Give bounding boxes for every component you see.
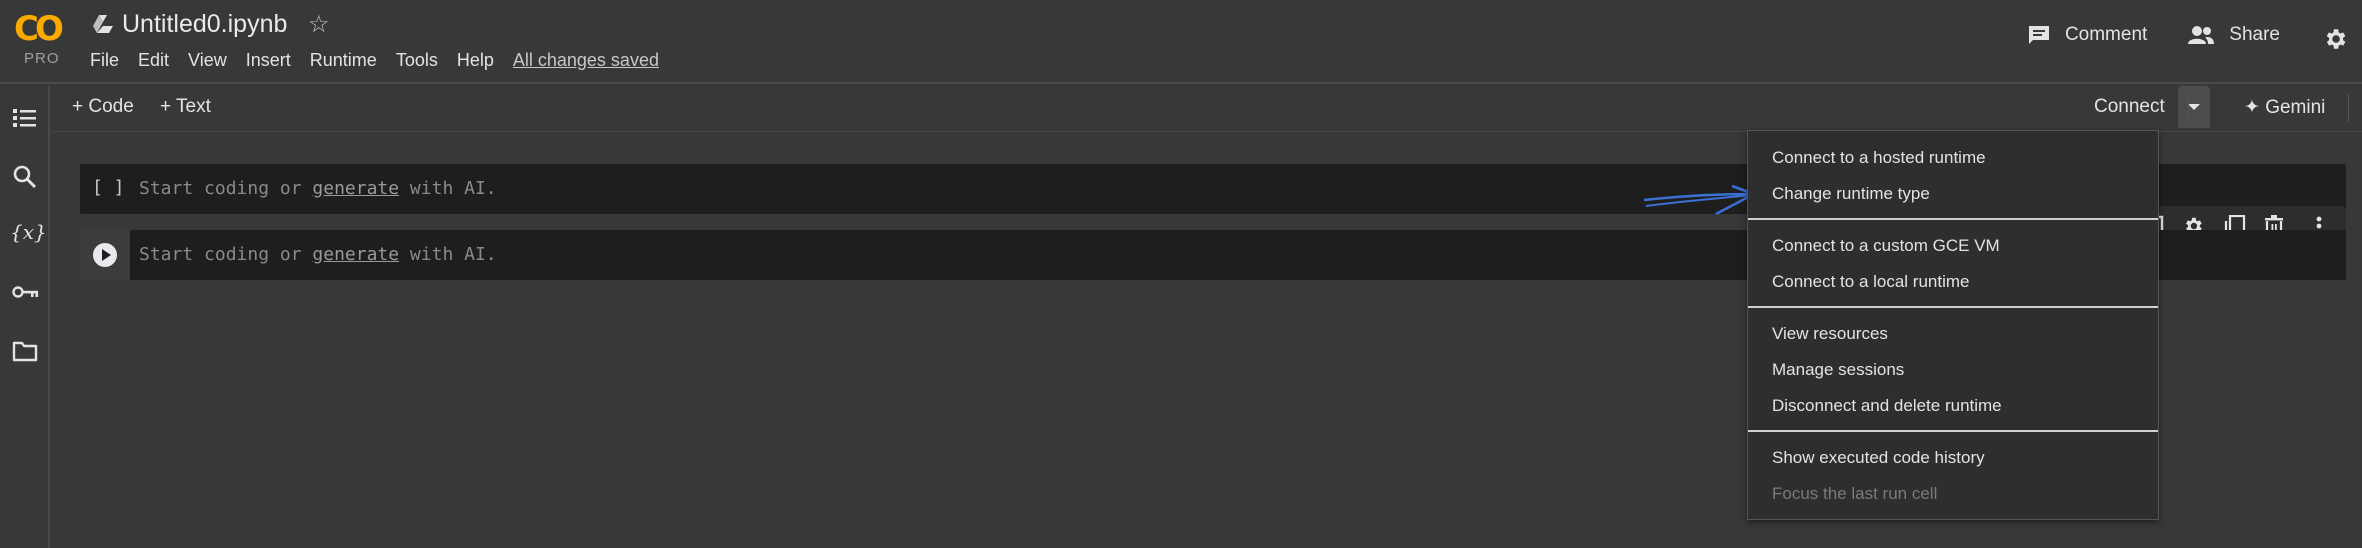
- toolbar-divider: [2348, 94, 2349, 122]
- star-icon[interactable]: ☆: [308, 10, 330, 39]
- cell-execution-prompt: [ ]: [92, 177, 125, 198]
- table-of-contents-icon[interactable]: [12, 106, 38, 130]
- menu-view[interactable]: View: [188, 50, 227, 71]
- placeholder-text: with AI.: [399, 178, 497, 199]
- menu-item-connect-gce-vm[interactable]: Connect to a custom GCE VM: [1772, 236, 2000, 256]
- notebook-toolbar: + Code + Text Connect ✦ Gemini: [52, 86, 2362, 132]
- menu-item-view-resources[interactable]: View resources: [1772, 324, 1888, 344]
- comment-icon: [2028, 26, 2049, 44]
- share-button[interactable]: Share: [2187, 24, 2280, 46]
- run-cell-button[interactable]: [80, 230, 130, 280]
- menu-divider: [1748, 218, 2158, 220]
- logo-mark: CO: [14, 9, 64, 49]
- menu-insert[interactable]: Insert: [246, 50, 291, 71]
- search-icon[interactable]: [12, 164, 38, 190]
- connect-dropdown-button[interactable]: [2178, 86, 2210, 128]
- notebook-title[interactable]: Untitled0.ipynb: [122, 10, 287, 39]
- secrets-key-icon[interactable]: [12, 284, 40, 300]
- placeholder-text: with AI.: [399, 244, 497, 265]
- cell-placeholder: Start coding or generate with AI.: [139, 244, 497, 265]
- colab-logo[interactable]: CO PRO: [14, 12, 70, 70]
- add-text-button[interactable]: + Text: [160, 96, 211, 118]
- menu-item-connect-local[interactable]: Connect to a local runtime: [1772, 272, 1970, 292]
- folder-icon[interactable]: [12, 340, 38, 362]
- cell-placeholder: Start coding or generate with AI.: [139, 178, 497, 199]
- menu-file[interactable]: File: [90, 50, 119, 71]
- play-icon: [93, 243, 117, 267]
- menu-divider: [1748, 306, 2158, 308]
- generate-link[interactable]: generate: [312, 244, 399, 265]
- menu-item-focus-last-run: Focus the last run cell: [1772, 484, 1938, 503]
- save-status-link[interactable]: All changes saved: [513, 50, 659, 71]
- menu-item-manage-sessions[interactable]: Manage sessions: [1772, 360, 1904, 380]
- menu-item-disconnect-delete[interactable]: Disconnect and delete runtime: [1772, 396, 2002, 416]
- menubar: File Edit View Insert Runtime Tools Help…: [90, 50, 678, 71]
- pro-badge: PRO: [24, 50, 60, 67]
- comment-label: Comment: [2064, 24, 2148, 45]
- menu-item-change-runtime-type[interactable]: Change runtime type: [1772, 184, 1930, 204]
- comment-button[interactable]: Comment: [2027, 24, 2147, 46]
- menu-tools[interactable]: Tools: [396, 50, 438, 71]
- menu-divider: [1748, 430, 2158, 432]
- menu-edit[interactable]: Edit: [138, 50, 169, 71]
- menu-runtime[interactable]: Runtime: [310, 50, 377, 71]
- gemini-button[interactable]: ✦ Gemini: [2244, 96, 2325, 119]
- add-code-button[interactable]: + Code: [72, 96, 134, 118]
- drive-icon[interactable]: [92, 14, 114, 34]
- annotation-arrow: [1643, 184, 1756, 216]
- caret-down-icon: [2188, 104, 2200, 110]
- header: CO PRO Untitled0.ipynb ☆ File Edit View …: [0, 0, 2362, 84]
- generate-link[interactable]: generate: [312, 178, 399, 199]
- menu-item-connect-hosted[interactable]: Connect to a hosted runtime: [1772, 148, 1986, 168]
- variables-icon[interactable]: {x}: [10, 220, 47, 244]
- settings-gear-icon[interactable]: [2322, 26, 2348, 52]
- share-label: Share: [2229, 24, 2280, 45]
- menu-help[interactable]: Help: [457, 50, 494, 71]
- toolbar-divider: [2188, 94, 2189, 122]
- connect-button[interactable]: Connect: [2094, 96, 2165, 118]
- share-people-icon: [2188, 26, 2215, 44]
- placeholder-text: Start coding or: [139, 178, 313, 199]
- menu-item-executed-history[interactable]: Show executed code history: [1772, 448, 1985, 468]
- left-sidebar: {x}: [0, 86, 50, 548]
- connect-dropdown-menu: Connect to a hosted runtime Change runti…: [1747, 130, 2159, 520]
- header-actions: Comment Share: [2027, 24, 2362, 46]
- placeholder-text: Start coding or: [139, 244, 313, 265]
